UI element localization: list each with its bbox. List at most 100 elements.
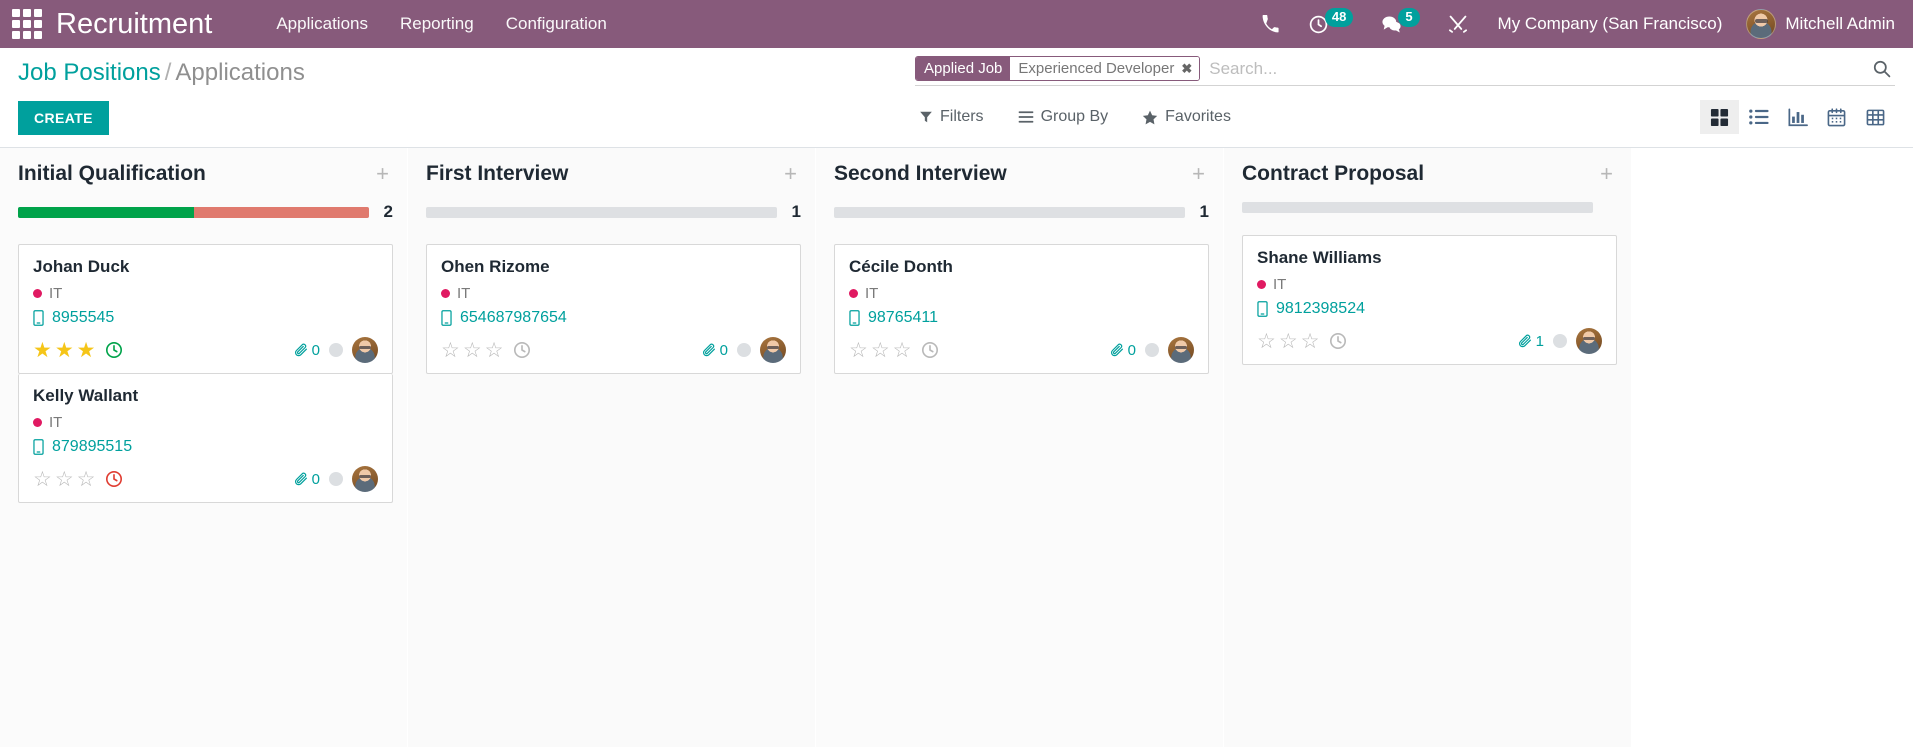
- view-switcher: [1700, 100, 1895, 134]
- search-input[interactable]: [1203, 57, 1864, 81]
- create-button[interactable]: CREATE: [18, 101, 109, 135]
- progress-segment[interactable]: [194, 207, 370, 218]
- kanban-card-footer: ☆☆☆ 0: [33, 466, 378, 492]
- facet-remove-icon[interactable]: ✖: [1181, 59, 1192, 78]
- rating-star[interactable]: ★: [77, 340, 96, 361]
- tag-label: IT: [865, 285, 878, 302]
- kanban-state-dot[interactable]: [1553, 334, 1567, 348]
- search-facet-applied-job[interactable]: Applied Job Experienced Developer ✖: [915, 56, 1200, 81]
- kanban-column-title[interactable]: Second Interview: [834, 162, 1007, 186]
- kanban-card[interactable]: Johan Duck IT 8955545 ★★★: [18, 244, 393, 374]
- activity-clock-icon[interactable]: 48: [1294, 0, 1367, 48]
- rating-star[interactable]: ☆: [1301, 331, 1320, 352]
- kanban-state-dot[interactable]: [329, 343, 343, 357]
- kanban-column-title[interactable]: Initial Qualification: [18, 162, 206, 186]
- assignee-avatar[interactable]: [1576, 328, 1602, 354]
- rating-star[interactable]: ☆: [463, 340, 482, 361]
- rating-star[interactable]: ☆: [1279, 331, 1298, 352]
- groupby-icon: [1018, 110, 1034, 124]
- rating-star[interactable]: ☆: [77, 469, 96, 490]
- assignee-avatar[interactable]: [352, 466, 378, 492]
- apps-grid-icon[interactable]: [10, 7, 44, 41]
- attachment-count[interactable]: 0: [1110, 342, 1136, 359]
- rating-star[interactable]: ☆: [441, 340, 460, 361]
- kanban-column-count[interactable]: 1: [789, 202, 801, 222]
- attachment-count[interactable]: 0: [294, 342, 320, 359]
- kanban-column-title[interactable]: First Interview: [426, 162, 568, 186]
- add-card-icon[interactable]: +: [1188, 165, 1209, 183]
- kanban-column-title[interactable]: Contract Proposal: [1242, 162, 1424, 186]
- candidate-phone[interactable]: 8955545: [33, 309, 378, 327]
- attachment-count[interactable]: 0: [702, 342, 728, 359]
- kanban-card[interactable]: Cécile Donth IT 98765411 ☆☆☆: [834, 244, 1209, 374]
- add-card-icon[interactable]: +: [780, 165, 801, 183]
- rating-star[interactable]: ☆: [55, 469, 74, 490]
- progress-segment[interactable]: [1242, 202, 1593, 213]
- candidate-phone[interactable]: 654687987654: [441, 309, 786, 327]
- view-button-list[interactable]: [1739, 100, 1778, 134]
- breadcrumb-job-positions[interactable]: Job Positions: [18, 59, 161, 86]
- kanban-state-dot[interactable]: [329, 472, 343, 486]
- activity-clock-icon[interactable]: [921, 341, 939, 359]
- view-button-kanban[interactable]: [1700, 100, 1739, 134]
- kanban-card[interactable]: Shane Williams IT 9812398524 ☆☆☆: [1242, 235, 1617, 365]
- kanban-state-dot[interactable]: [737, 343, 751, 357]
- view-button-graph[interactable]: [1778, 100, 1817, 134]
- progress-segment[interactable]: [426, 207, 777, 218]
- view-button-calendar[interactable]: [1817, 100, 1856, 134]
- rating-star[interactable]: ☆: [871, 340, 890, 361]
- tag-dot-icon: [441, 289, 450, 298]
- add-card-icon[interactable]: +: [1596, 165, 1617, 183]
- company-switcher[interactable]: My Company (San Francisco): [1482, 14, 1739, 34]
- assignee-avatar[interactable]: [760, 337, 786, 363]
- filters-dropdown[interactable]: Filters: [915, 104, 994, 130]
- candidate-phone[interactable]: 98765411: [849, 309, 1194, 327]
- rating-star[interactable]: ☆: [893, 340, 912, 361]
- chat-bubble-icon[interactable]: 5: [1367, 0, 1433, 48]
- assignee-avatar[interactable]: [352, 337, 378, 363]
- user-menu[interactable]: Mitchell Admin: [1738, 9, 1899, 39]
- menu-item-reporting[interactable]: Reporting: [384, 0, 490, 48]
- control-panel: Job Positions/Applications CREATE Applie…: [0, 48, 1913, 148]
- tag-label: IT: [1273, 276, 1286, 293]
- rating-star[interactable]: ☆: [485, 340, 504, 361]
- add-card-icon[interactable]: +: [372, 165, 393, 183]
- rating-stars: ☆☆☆: [441, 340, 531, 361]
- favorites-dropdown[interactable]: Favorites: [1138, 104, 1241, 130]
- attachment-count[interactable]: 0: [294, 471, 320, 488]
- rating-star[interactable]: ☆: [33, 469, 52, 490]
- progress-segment[interactable]: [18, 207, 194, 218]
- kanban-state-dot[interactable]: [1145, 343, 1159, 357]
- menu-item-configuration[interactable]: Configuration: [490, 0, 623, 48]
- kanban-card[interactable]: Ohen Rizome IT 654687987654 ☆☆☆: [426, 244, 801, 374]
- kanban-column-count[interactable]: 1: [1197, 202, 1209, 222]
- tools-icon[interactable]: [1434, 0, 1482, 48]
- activity-clock-icon[interactable]: [105, 470, 123, 488]
- rating-star[interactable]: ★: [55, 340, 74, 361]
- progress-segment[interactable]: [834, 207, 1185, 218]
- attachment-count-value: 0: [312, 471, 320, 488]
- groupby-dropdown[interactable]: Group By: [1014, 104, 1119, 130]
- assignee-avatar[interactable]: [1168, 337, 1194, 363]
- view-button-pivot[interactable]: [1856, 100, 1895, 134]
- attachment-count[interactable]: 1: [1518, 333, 1544, 350]
- candidate-phone[interactable]: 879895515: [33, 438, 378, 456]
- kanban-progress-bar: [834, 207, 1185, 218]
- rating-star[interactable]: ★: [33, 340, 52, 361]
- activity-clock-icon[interactable]: [105, 341, 123, 359]
- activity-clock-icon[interactable]: [1329, 332, 1347, 350]
- candidate-phone[interactable]: 9812398524: [1257, 300, 1602, 318]
- app-brand-title[interactable]: Recruitment: [56, 8, 212, 41]
- kanban-card-list: Ohen Rizome IT 654687987654 ☆☆☆: [426, 244, 801, 374]
- rating-star[interactable]: ☆: [849, 340, 868, 361]
- kanban-card-list: Shane Williams IT 9812398524 ☆☆☆: [1242, 235, 1617, 365]
- activity-clock-icon[interactable]: [513, 341, 531, 359]
- search-icon[interactable]: [1864, 59, 1895, 78]
- rating-star[interactable]: ☆: [1257, 331, 1276, 352]
- phone-icon[interactable]: [1247, 0, 1294, 48]
- menu-item-applications[interactable]: Applications: [260, 0, 384, 48]
- kanban-column-count[interactable]: 2: [381, 202, 393, 222]
- rating-stars: ☆☆☆: [1257, 331, 1347, 352]
- kanban-card[interactable]: Kelly Wallant IT 879895515 ☆☆☆: [18, 374, 393, 503]
- mobile-icon: [33, 310, 44, 326]
